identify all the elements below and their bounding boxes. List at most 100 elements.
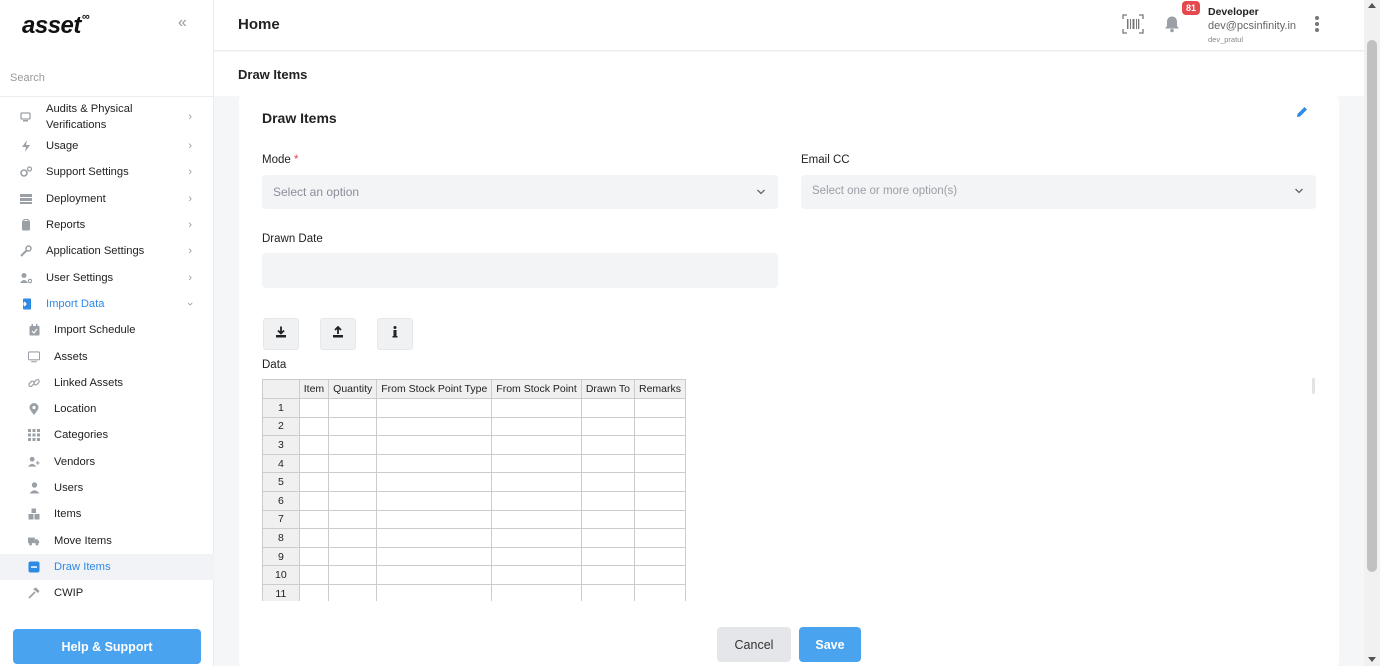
row-number[interactable]: 3: [262, 435, 300, 455]
barcode-scanner-icon[interactable]: [1122, 14, 1144, 34]
table-cell[interactable]: [328, 435, 378, 455]
table-cell[interactable]: [633, 565, 686, 585]
table-cell[interactable]: [491, 528, 582, 548]
table-cell[interactable]: [491, 472, 582, 492]
download-template-button[interactable]: [263, 318, 299, 350]
pencil-icon[interactable]: [1295, 105, 1309, 119]
table-cell[interactable]: [328, 565, 378, 585]
save-button[interactable]: Save: [799, 627, 861, 662]
column-header-item[interactable]: Item: [298, 379, 330, 399]
sidebar-item-usage[interactable]: Usage ›: [0, 133, 214, 159]
more-options-icon[interactable]: [1314, 15, 1320, 33]
corner-cell[interactable]: [262, 379, 300, 399]
table-cell[interactable]: [298, 528, 330, 548]
row-number[interactable]: 1: [262, 398, 300, 418]
table-cell[interactable]: [491, 435, 582, 455]
table-cell[interactable]: [298, 472, 330, 492]
user-name[interactable]: Developer: [1208, 6, 1259, 18]
sidebar-item-deployment[interactable]: Deployment ›: [0, 186, 214, 212]
table-cell[interactable]: [491, 490, 582, 511]
table-cell[interactable]: [633, 509, 686, 530]
grid-scroll-indicator[interactable]: [1312, 378, 1315, 394]
column-header-remarks[interactable]: Remarks: [633, 379, 686, 399]
sidebar-subitem-move-items[interactable]: Move Items: [0, 527, 214, 553]
table-cell[interactable]: [491, 583, 582, 601]
table-cell[interactable]: [580, 509, 635, 530]
table-cell[interactable]: [376, 546, 493, 567]
sidebar-item-reports[interactable]: Reports ›: [0, 212, 214, 238]
help-support-button[interactable]: Help & Support: [13, 629, 201, 664]
table-cell[interactable]: [633, 490, 686, 511]
row-number[interactable]: 11: [262, 583, 300, 601]
table-cell[interactable]: [633, 435, 686, 455]
table-cell[interactable]: [633, 583, 686, 601]
table-cell[interactable]: [298, 453, 330, 474]
table-cell[interactable]: [376, 490, 493, 511]
table-cell[interactable]: [580, 528, 635, 548]
column-header-drawn-to[interactable]: Drawn To: [580, 379, 635, 399]
scroll-down-arrow-icon[interactable]: [1368, 657, 1376, 662]
column-header-from-stock-point-type[interactable]: From Stock Point Type: [376, 379, 493, 399]
table-cell[interactable]: [298, 509, 330, 530]
table-cell[interactable]: [580, 416, 635, 437]
page-scrollbar[interactable]: [1364, 0, 1380, 666]
column-header-quantity[interactable]: Quantity: [328, 379, 378, 399]
sidebar-search-input[interactable]: Search: [10, 72, 45, 84]
table-cell[interactable]: [376, 398, 493, 418]
table-cell[interactable]: [633, 528, 686, 548]
row-number[interactable]: 4: [262, 453, 300, 474]
table-cell[interactable]: [298, 490, 330, 511]
table-cell[interactable]: [298, 583, 330, 601]
table-cell[interactable]: [328, 398, 378, 418]
table-cell[interactable]: [491, 509, 582, 530]
table-cell[interactable]: [633, 472, 686, 492]
sidebar-item-support-settings[interactable]: Support Settings ›: [0, 159, 214, 185]
table-cell[interactable]: [328, 453, 378, 474]
sidebar-subitem-draw-items[interactable]: Draw Items: [0, 553, 214, 581]
row-number[interactable]: 7: [262, 509, 300, 530]
row-number[interactable]: 8: [262, 528, 300, 548]
table-cell[interactable]: [633, 416, 686, 437]
row-number[interactable]: 5: [262, 472, 300, 492]
row-number[interactable]: 2: [262, 416, 300, 437]
sidebar-subitem-items[interactable]: Items: [0, 501, 214, 527]
table-cell[interactable]: [580, 490, 635, 511]
table-cell[interactable]: [298, 398, 330, 418]
table-cell[interactable]: [328, 416, 378, 437]
table-cell[interactable]: [491, 565, 582, 585]
table-cell[interactable]: [633, 546, 686, 567]
data-grid[interactable]: Item Quantity From Stock Point Type From…: [262, 379, 686, 601]
sidebar-subitem-vendors[interactable]: Vendors: [0, 449, 214, 475]
row-number[interactable]: 9: [262, 546, 300, 567]
table-cell[interactable]: [328, 583, 378, 601]
table-cell[interactable]: [298, 565, 330, 585]
table-cell[interactable]: [376, 416, 493, 437]
upload-file-button[interactable]: [320, 318, 356, 350]
scroll-up-arrow-icon[interactable]: [1368, 3, 1376, 8]
row-number[interactable]: 10: [262, 565, 300, 585]
sidebar-subitem-assets[interactable]: Assets: [0, 343, 214, 369]
notification-bell-icon[interactable]: [1164, 15, 1180, 33]
table-cell[interactable]: [328, 472, 378, 492]
table-cell[interactable]: [328, 509, 378, 530]
table-cell[interactable]: [376, 565, 493, 585]
table-cell[interactable]: [376, 509, 493, 530]
table-cell[interactable]: [580, 398, 635, 418]
table-cell[interactable]: [633, 453, 686, 474]
row-number[interactable]: 6: [262, 490, 300, 511]
mode-select[interactable]: Select an option: [262, 175, 778, 209]
collapse-sidebar-icon[interactable]: «: [178, 14, 187, 32]
table-cell[interactable]: [580, 472, 635, 492]
table-cell[interactable]: [328, 528, 378, 548]
drawn-date-input[interactable]: [262, 253, 778, 288]
table-cell[interactable]: [580, 565, 635, 585]
table-cell[interactable]: [491, 453, 582, 474]
table-cell[interactable]: [491, 546, 582, 567]
table-cell[interactable]: [580, 435, 635, 455]
table-cell[interactable]: [580, 546, 635, 567]
sidebar-subitem-categories[interactable]: Categories: [0, 422, 214, 448]
table-cell[interactable]: [376, 435, 493, 455]
sidebar-subitem-cwip[interactable]: CWIP: [0, 580, 214, 606]
table-cell[interactable]: [328, 490, 378, 511]
table-cell[interactable]: [298, 546, 330, 567]
